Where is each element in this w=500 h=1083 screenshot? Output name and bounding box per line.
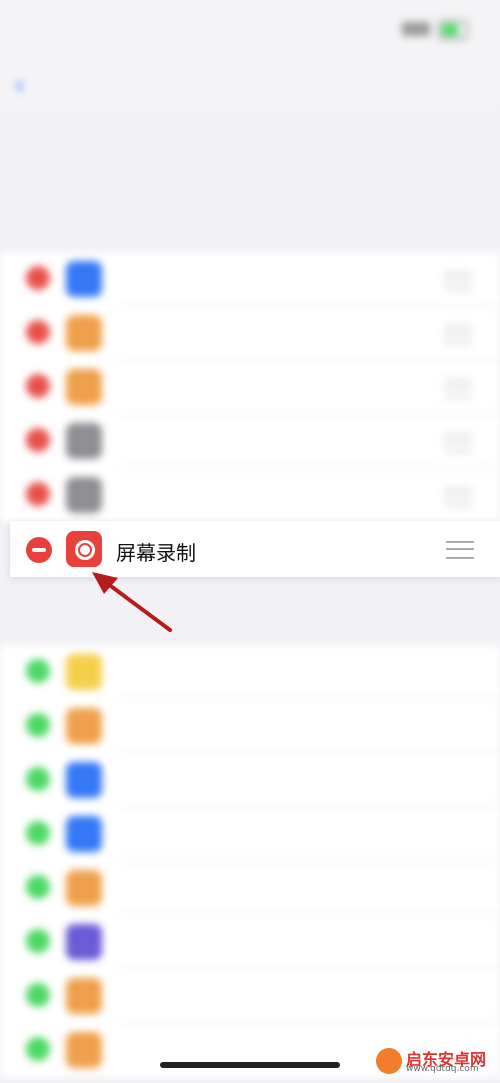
watermark: 启东安卓网 www.qdtdq.com xyxy=(376,1046,500,1076)
home-indicator xyxy=(160,1062,340,1068)
arrow-annotation xyxy=(92,572,172,632)
watermark-logo-icon xyxy=(376,1048,402,1074)
watermark-url: www.qdtdq.com xyxy=(406,1064,479,1074)
